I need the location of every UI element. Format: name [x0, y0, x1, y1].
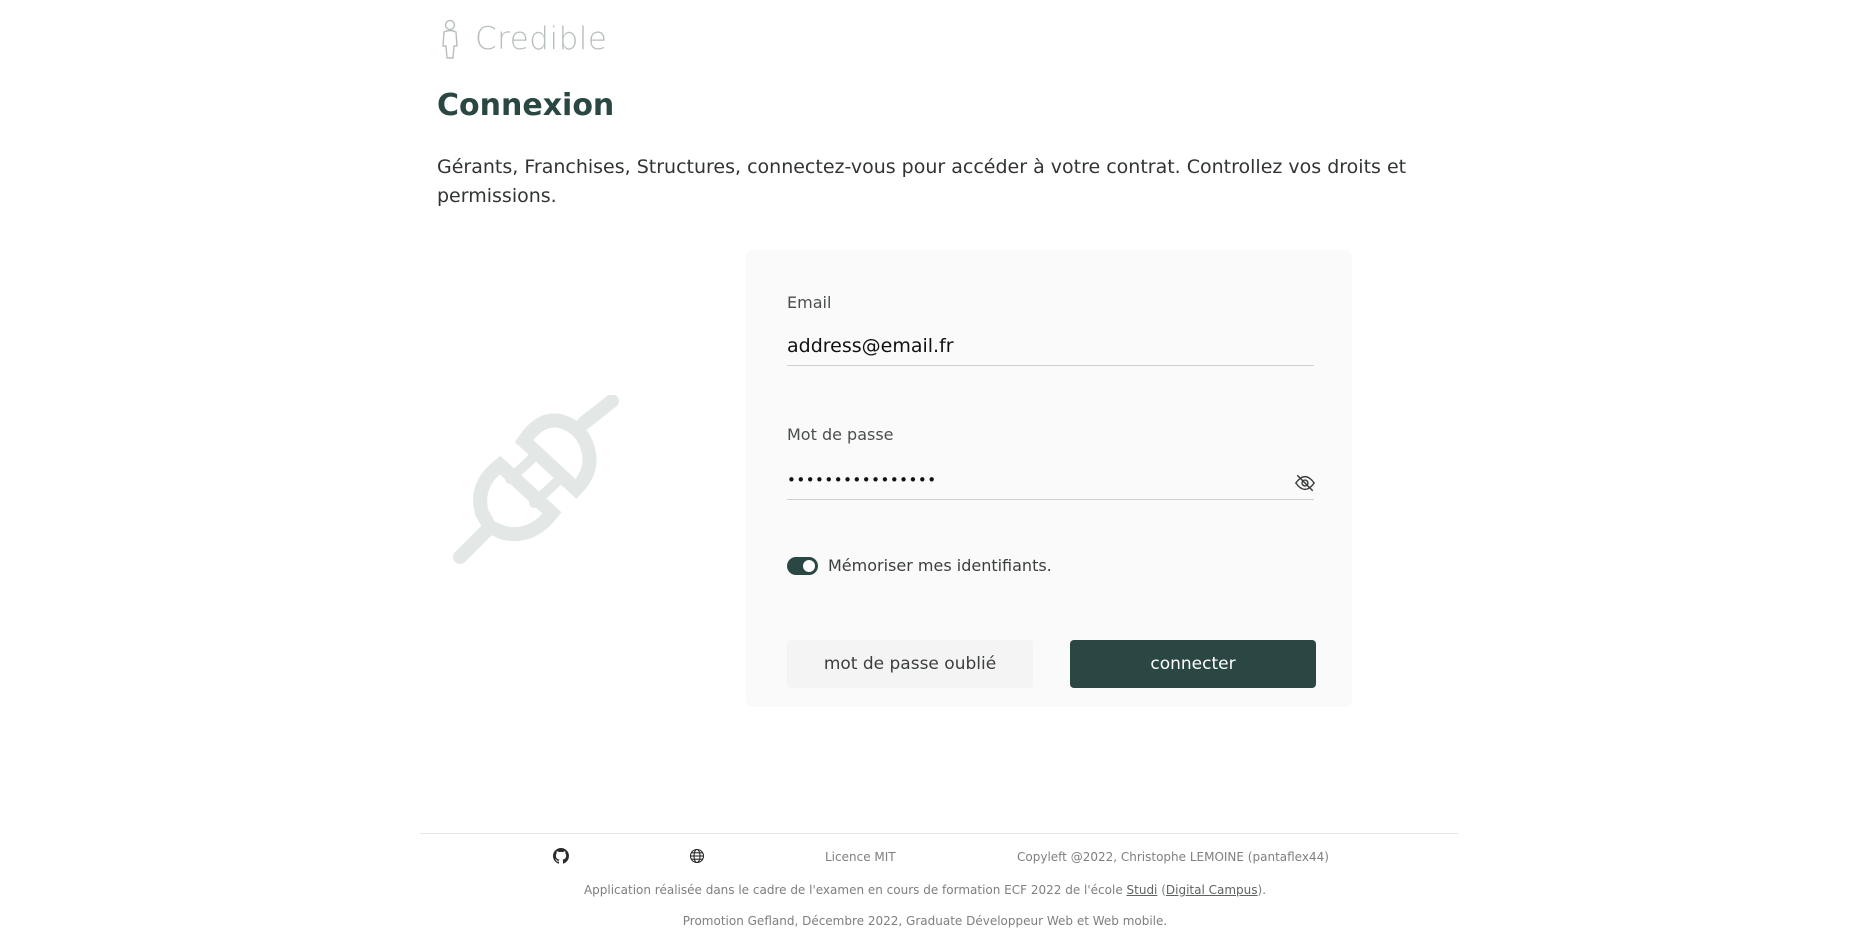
studi-link[interactable]: Studi — [1127, 883, 1158, 897]
brand-name: Credible — [475, 21, 608, 57]
person-icon — [442, 19, 458, 59]
login-form: Email Mot de passe Mémoriser mes identif… — [746, 250, 1352, 707]
footer-credits: Application réalisée dans le cadre de l'… — [0, 883, 1850, 897]
page-title: Connexion — [437, 88, 615, 123]
plug-icon — [453, 395, 619, 564]
password-field[interactable] — [787, 460, 1314, 500]
brand-logo[interactable]: Credible — [437, 18, 607, 60]
login-page: Credible Connexion Gérants, Franchises, … — [0, 0, 1850, 935]
remember-toggle[interactable] — [787, 556, 818, 575]
connect-button[interactable]: connecter — [1070, 640, 1316, 688]
remember-row: Mémoriser mes identifiants. — [787, 556, 1052, 575]
footer-credits-middle: ( — [1157, 883, 1166, 897]
licence-link[interactable]: Licence MIT — [825, 850, 896, 864]
toggle-knob — [803, 559, 815, 572]
globe-icon[interactable] — [689, 848, 705, 864]
footer-divider — [420, 833, 1458, 834]
eye-slash-icon[interactable] — [1294, 472, 1316, 494]
github-icon[interactable] — [553, 848, 569, 864]
digital-campus-link[interactable]: Digital Campus — [1166, 883, 1258, 897]
footer-credits-prefix: Application réalisée dans le cadre de l'… — [583, 883, 1127, 897]
remember-label[interactable]: Mémoriser mes identifiants. — [828, 556, 1052, 575]
email-field[interactable] — [787, 326, 1314, 366]
copyleft-text: Copyleft @2022, Christophe LEMOINE (pant… — [1017, 850, 1329, 864]
footer-promotion: Promotion Gefland, Décembre 2022, Gradua… — [682, 914, 1168, 928]
footer-credits-suffix: ). — [1257, 883, 1267, 897]
intro-text: Gérants, Franchises, Structures, connect… — [437, 156, 1407, 207]
password-label: Mot de passe — [787, 425, 894, 444]
footer-links: Licence MIT Copyleft @2022, Christophe L… — [0, 848, 1850, 870]
forgot-password-button[interactable]: mot de passe oublié — [787, 640, 1033, 688]
email-label: Email — [787, 293, 832, 312]
